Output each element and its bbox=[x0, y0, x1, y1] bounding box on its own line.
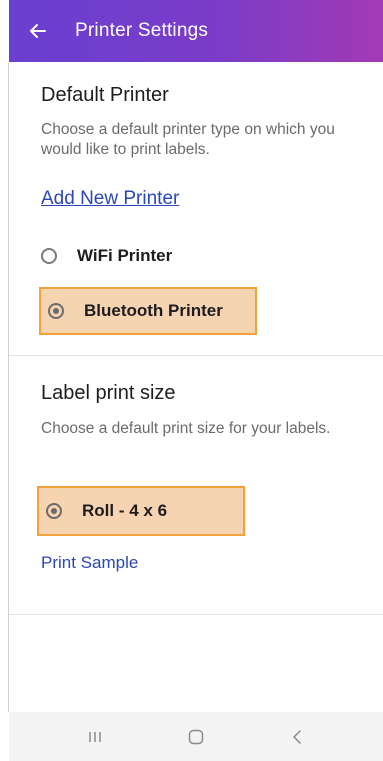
print-sample-link[interactable]: Print Sample bbox=[41, 553, 138, 573]
home-icon[interactable] bbox=[176, 722, 216, 752]
label-print-size-description: Choose a default print size for your lab… bbox=[41, 420, 331, 437]
roll-4x6-label: Roll - 4 x 6 bbox=[82, 501, 168, 520]
bluetooth-printer-label: Bluetooth Printer bbox=[84, 301, 223, 320]
roll-4x6-radio[interactable] bbox=[46, 503, 62, 519]
bluetooth-printer-radio[interactable] bbox=[48, 303, 64, 319]
recents-icon[interactable] bbox=[75, 722, 115, 752]
label-print-size-section: Label print size Choose a default print … bbox=[9, 356, 383, 616]
page-title: Printer Settings bbox=[75, 20, 209, 41]
printer-settings-screen: Printer Settings Default Printer Choose … bbox=[0, 0, 383, 761]
back-chevron-icon[interactable] bbox=[277, 722, 317, 752]
settings-content: Default Printer Choose a default printer… bbox=[9, 62, 383, 712]
default-printer-description: Choose a default printer type on which y… bbox=[41, 121, 335, 158]
arrow-left-icon[interactable] bbox=[27, 20, 49, 42]
system-nav-bar bbox=[9, 712, 383, 761]
roll-4x6-option[interactable]: Roll - 4 x 6 bbox=[37, 486, 245, 536]
add-new-printer-link[interactable]: Add New Printer bbox=[41, 188, 179, 210]
app-bar: Printer Settings bbox=[9, 0, 383, 62]
wifi-printer-option[interactable]: WiFi Printer bbox=[41, 238, 172, 274]
wifi-printer-radio[interactable] bbox=[41, 248, 57, 264]
section-divider bbox=[9, 614, 383, 615]
bluetooth-printer-option[interactable]: Bluetooth Printer bbox=[39, 287, 257, 335]
wifi-printer-label: WiFi Printer bbox=[77, 246, 173, 265]
default-printer-section: Default Printer Choose a default printer… bbox=[9, 62, 383, 357]
label-print-size-title: Label print size bbox=[41, 382, 176, 404]
default-printer-title: Default Printer bbox=[41, 84, 169, 106]
